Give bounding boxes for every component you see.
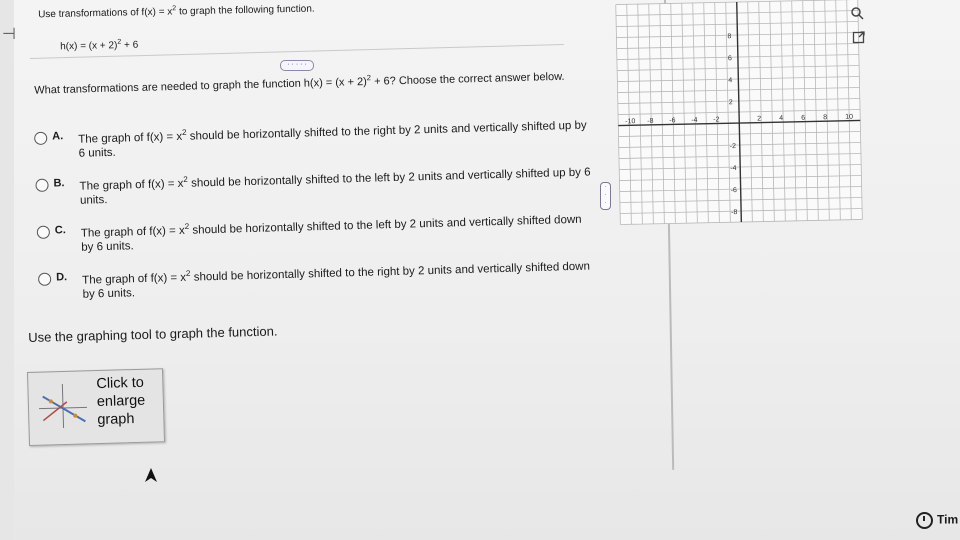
option-a-letter: A. [52, 130, 64, 143]
x-tick-label: -10 [625, 118, 635, 125]
magnifier-icon[interactable] [850, 6, 864, 20]
collapse-arrow-icon[interactable]: ⊣ [2, 24, 16, 44]
prompt-text: Use transformations of f(x) = x2 to grap… [38, 3, 315, 21]
timer-label: Tim [937, 512, 959, 527]
option-d-text: The graph of f(x) = x2 should be horizon… [82, 260, 591, 301]
option-d[interactable]: D. The graph of f(x) = x2 should be hori… [37, 255, 599, 313]
y-tick-label: -8 [731, 209, 737, 216]
answer-options: A. The graph of f(x) = x2 should be hori… [34, 114, 599, 318]
function-display: h(x) = (x + 2)2 + 6 [60, 38, 139, 53]
graph-instruction: Use the graphing tool to graph the funct… [28, 323, 278, 345]
enlarge-graph-button[interactable]: Click to enlarge graph [27, 368, 166, 446]
y-tick-label: 2 [729, 99, 733, 106]
graph-thumbnail-icon [39, 384, 88, 429]
y-tick-label: 6 [728, 55, 732, 62]
x-tick-label: -6 [669, 117, 675, 124]
option-d-radio[interactable] [37, 272, 52, 286]
option-b-text: The graph of f(x) = x2 should be horizon… [79, 166, 591, 207]
x-tick-label: 4 [779, 115, 783, 122]
y-tick-label: -4 [730, 165, 736, 172]
option-a-text: The graph of f(x) = x2 should be horizon… [78, 119, 587, 160]
option-d-letter: D. [55, 271, 68, 284]
y-tick-label: 8 [727, 33, 731, 40]
x-tick-label: 2 [757, 116, 761, 123]
y-tick-label: -2 [730, 143, 736, 150]
option-b-radio[interactable] [35, 178, 49, 192]
x-tick-label: 6 [801, 115, 805, 122]
x-tick-label: 8 [823, 114, 827, 121]
x-tick-label: -4 [691, 117, 697, 124]
coordinate-grid[interactable]: -10-8-6-4-22468108642-2-4-6-8-10 [610, 0, 870, 225]
option-a-radio[interactable] [34, 131, 48, 145]
y-tick-label: -6 [731, 187, 737, 194]
question-text: What transformations are needed to graph… [34, 70, 565, 97]
option-c-radio[interactable] [36, 225, 51, 239]
enlarge-label: Click to enlarge graph [96, 374, 146, 429]
x-tick-label: -8 [647, 118, 653, 125]
expand-more-button[interactable]: · · · · · [280, 60, 314, 71]
option-c-text: The graph of f(x) = x2 should be horizon… [80, 213, 582, 254]
clock-icon [916, 512, 933, 529]
timer-indicator[interactable]: Tim [916, 512, 958, 529]
option-c-letter: C. [54, 224, 66, 237]
x-tick-label: -2 [713, 116, 719, 123]
option-b-letter: B. [53, 177, 65, 190]
y-tick-label: 4 [728, 77, 732, 84]
mouse-cursor-icon [145, 468, 157, 482]
left-edge-strip [0, 0, 14, 540]
popout-icon[interactable] [852, 30, 866, 44]
x-tick-label: 10 [845, 114, 853, 121]
